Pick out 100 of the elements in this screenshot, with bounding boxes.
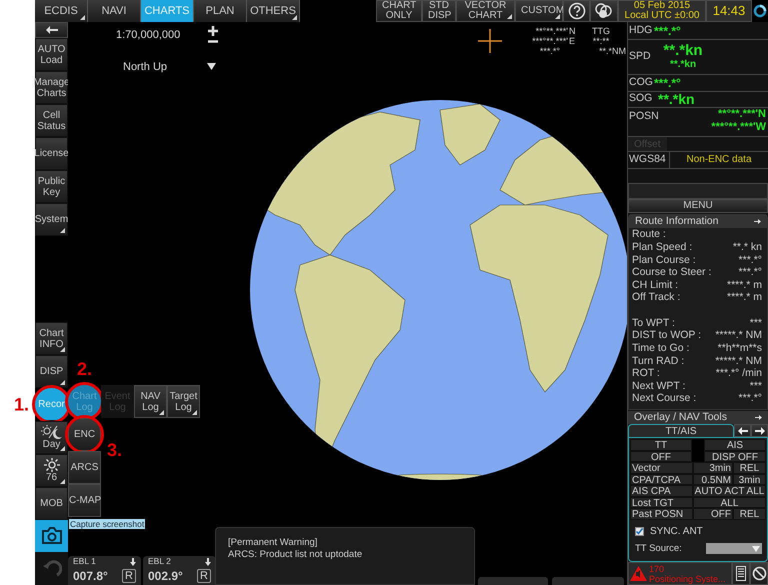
route-field-label: Plan Course :	[632, 254, 696, 266]
view-button[interactable]: CHART ONLY	[376, 0, 422, 22]
route-field-label: Plan Speed :	[632, 240, 692, 254]
latitude-value: **°**.***'N	[718, 108, 766, 121]
setting-value[interactable]: ALL	[693, 496, 766, 508]
cog-label: COG	[628, 74, 654, 90]
route-field-value: ****.* m	[726, 291, 763, 304]
alert-list-button[interactable]	[732, 562, 750, 585]
warning-message: ARCS: Product list not uptodate	[228, 549, 364, 561]
route-field-value: ***.*°	[738, 254, 763, 266]
hemisphere-label: N	[568, 26, 576, 36]
tt-ais-cell[interactable]: DISP OFF	[704, 450, 766, 462]
layers-button[interactable]	[590, 0, 618, 22]
sidebar-button[interactable]: Cell Status	[35, 104, 68, 137]
nav-tab[interactable]: NAVI	[88, 0, 141, 22]
setting-value[interactable]: REL	[733, 462, 766, 474]
view-button[interactable]: VECTOR CHART	[456, 0, 515, 22]
route-field-value: *****.* NM	[714, 329, 763, 342]
crosshair-icon	[478, 29, 502, 53]
route-field-label: Next WPT :	[632, 380, 686, 392]
setting-value[interactable]: 0.5NM	[693, 474, 733, 486]
minus-icon	[208, 40, 218, 42]
sidebar-button[interactable]: DISP	[35, 355, 68, 388]
nav-tab[interactable]: PLAN	[194, 0, 247, 22]
tt-source-label: TT Source:	[635, 542, 682, 556]
route-field-label: Course to Steer :	[632, 266, 712, 279]
ebl-label: EBL 2	[148, 555, 171, 568]
mute-button[interactable]	[750, 562, 768, 585]
orientation-label: North Up	[123, 60, 168, 75]
hemisphere-label: E	[568, 36, 576, 46]
zoom-out-button[interactable]	[207, 38, 219, 44]
sidebar-button[interactable]: License	[35, 137, 68, 170]
ebl-mode-button[interactable]: R	[122, 569, 136, 583]
ttg-value: **:**	[592, 36, 610, 46]
zoom-in-button[interactable]	[207, 26, 219, 36]
nav-tab[interactable]: ECDIS	[35, 0, 88, 22]
route-field-label: To WPT :	[632, 316, 675, 330]
route-field-label: CH Limit :	[632, 278, 678, 292]
hdg-label: HDG	[628, 22, 654, 38]
tt-ais-tab[interactable]: TT/AIS	[628, 424, 734, 438]
log-button[interactable]: Target Log	[167, 385, 200, 418]
previous-button[interactable]	[734, 424, 751, 438]
sun-moon-icon	[40, 425, 62, 439]
setting-value[interactable]: 3min	[693, 462, 733, 474]
setting-value[interactable]: REL	[733, 508, 766, 520]
view-button[interactable]: STD DISP	[422, 0, 456, 22]
chart-source-button[interactable]: ARCS	[68, 451, 101, 484]
route-field-value: ****.* m	[726, 278, 763, 292]
speed-value: **.*kn	[663, 42, 703, 59]
chart-source-button[interactable]: C-MAP	[68, 484, 101, 517]
back-button[interactable]	[35, 22, 68, 38]
sync-checkbox[interactable]	[635, 526, 644, 536]
ebl-mode-button[interactable]: R	[197, 569, 211, 583]
screenshot-button[interactable]	[35, 520, 68, 553]
setting-value[interactable]: OFF	[693, 508, 733, 520]
cursor-range: **.*NM	[598, 46, 626, 56]
route-field-label: Turn RAD :	[632, 354, 684, 368]
left-arrow-icon	[738, 426, 748, 435]
alert-message: Positioning Syste...	[649, 574, 726, 584]
sidebar-button[interactable]: Day	[35, 421, 68, 454]
sidebar-button[interactable]: 76	[35, 454, 68, 487]
setting-value[interactable]: AUTO ACT ALL	[693, 485, 766, 497]
dropdown-caret-icon	[752, 546, 760, 552]
setting-value[interactable]: 3min	[733, 474, 766, 486]
annotation-number: 1.	[14, 393, 29, 416]
tt-ais-cell[interactable]: TT	[630, 439, 692, 451]
heading-value: ***.*°	[654, 22, 681, 40]
spd-label: SPD	[628, 49, 652, 64]
date-text: 05 Feb 2015	[634, 1, 690, 11]
route-field-label: Off Track :	[632, 291, 680, 304]
list-icon	[736, 566, 746, 582]
next-button[interactable]	[751, 424, 768, 438]
annotation-number: 2.	[77, 358, 92, 381]
tt-ais-cell[interactable]: AIS	[704, 439, 766, 451]
menu-button[interactable]: MENU	[628, 199, 768, 214]
right-arrow-icon	[754, 219, 761, 224]
log-button[interactable]: NAV Log	[134, 385, 167, 418]
sidebar-button[interactable]: AUTO Load	[35, 38, 68, 71]
help-button[interactable]	[563, 0, 590, 22]
sidebar-button[interactable]: System	[35, 203, 68, 236]
stacked-discs-icon	[594, 2, 614, 20]
sidebar-button[interactable]: Chart INFO	[35, 322, 68, 355]
nav-tab[interactable]: OTHERS	[247, 0, 300, 22]
route-field-label: DIST to WOP :	[632, 329, 702, 342]
sun-icon	[44, 458, 60, 472]
route-field-value: ***.*°	[738, 392, 763, 406]
sidebar-button[interactable]: MOB	[35, 487, 68, 520]
route-field-label: Route :	[632, 228, 666, 241]
tt-ais-cell[interactable]: OFF	[630, 450, 692, 462]
tooltip: Capture screenshot	[69, 519, 146, 529]
tt-source-dropdown[interactable]	[706, 543, 762, 554]
route-field-value: ***.*° /min	[714, 367, 763, 380]
sidebar-button[interactable]: Public Key	[35, 170, 68, 203]
day-mode-label: Day	[42, 439, 60, 450]
view-button[interactable]: CUSTOM	[515, 0, 563, 22]
annotation-number: 3.	[107, 438, 122, 462]
brightness-value: 76	[46, 472, 58, 483]
panel-title: Route Information	[635, 214, 718, 229]
spinner-icon	[753, 4, 767, 18]
utc-offset-text: Local UTC ±0:00	[624, 11, 700, 21]
